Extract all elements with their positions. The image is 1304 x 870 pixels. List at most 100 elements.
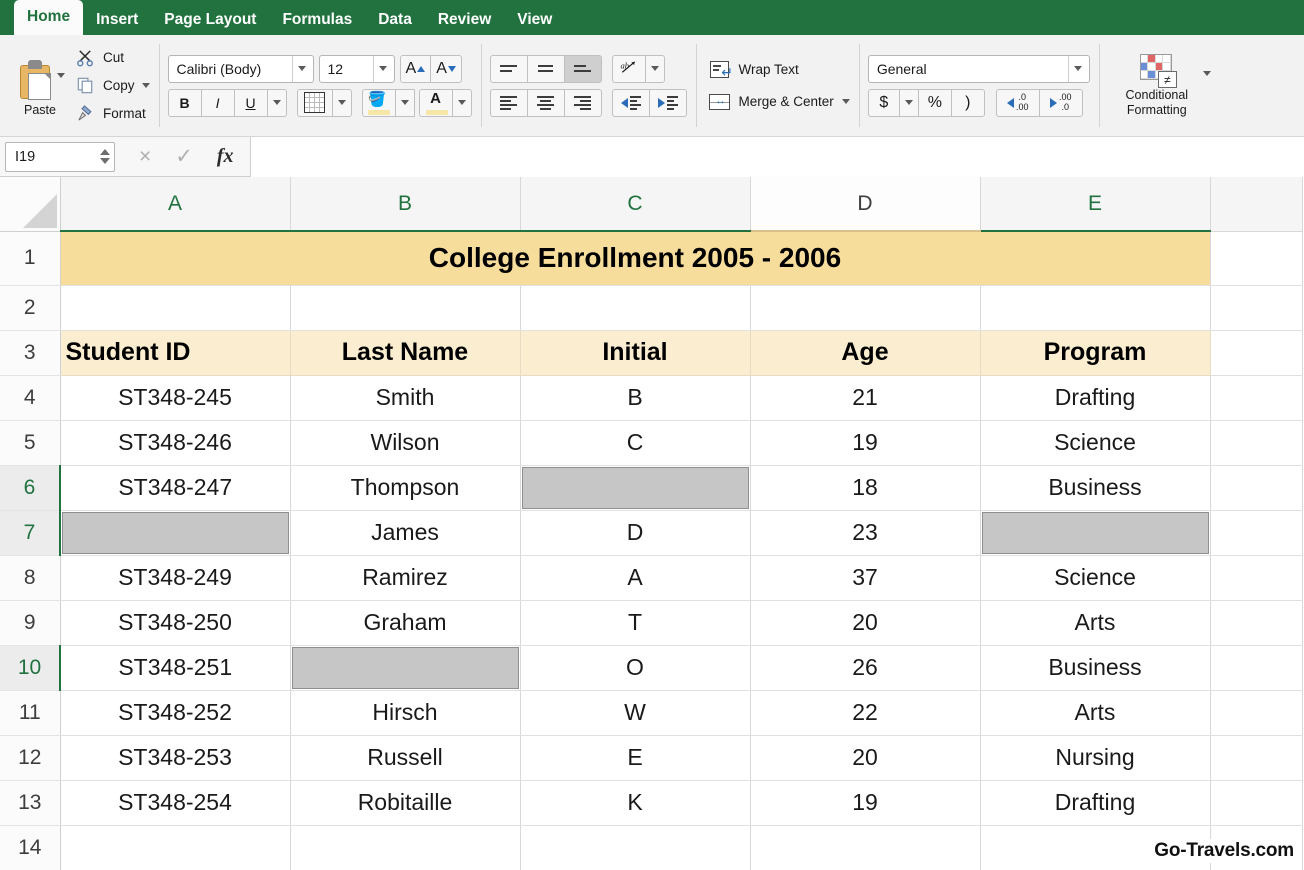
sheet-cell[interactable] <box>290 285 521 331</box>
sheet-cell[interactable]: W <box>520 690 751 736</box>
row-header-7[interactable]: 7 <box>0 510 61 556</box>
currency-options-button[interactable] <box>898 88 919 117</box>
sheet-cell[interactable] <box>1210 690 1303 736</box>
formula-input[interactable] <box>249 136 1304 177</box>
sheet-cell[interactable]: ST348-249 <box>60 555 291 601</box>
merge-center-button[interactable]: ↔ Merge & Center <box>709 89 850 115</box>
chevron-down-icon[interactable] <box>372 55 392 82</box>
sheet-cell[interactable] <box>290 645 521 691</box>
number-format-select[interactable]: General <box>867 54 1090 83</box>
row-header-12[interactable]: 12 <box>0 735 61 781</box>
sheet-cell[interactable]: Last Name <box>290 330 521 376</box>
row-header-9[interactable]: 9 <box>0 600 61 646</box>
sheet-cell[interactable]: Arts <box>980 600 1211 646</box>
row-header-13[interactable]: 13 <box>0 780 61 826</box>
underline-options-button[interactable] <box>266 88 287 117</box>
chevron-down-icon[interactable] <box>841 99 850 104</box>
sheet-cell[interactable]: 18 <box>750 465 981 511</box>
orientation-options-button[interactable] <box>644 54 665 83</box>
sheet-cell[interactable]: Age <box>750 330 981 376</box>
sheet-cell[interactable]: Nursing <box>980 735 1211 781</box>
column-header-B[interactable]: B <box>290 177 521 232</box>
sheet-cell[interactable] <box>1210 645 1303 691</box>
align-middle-button[interactable] <box>526 54 565 83</box>
cancel-icon[interactable]: × <box>139 146 151 167</box>
sheet-cell[interactable]: Graham <box>290 600 521 646</box>
sheet-cell[interactable] <box>1210 600 1303 646</box>
sheet-cell[interactable]: K <box>520 780 751 826</box>
name-box-spinner[interactable] <box>100 149 110 164</box>
sheet-cell[interactable] <box>1210 735 1303 781</box>
column-header-f[interactable] <box>1210 177 1303 232</box>
row-header-6[interactable]: 6 <box>0 465 61 511</box>
borders-options-button[interactable] <box>331 88 352 117</box>
sheet-cell[interactable] <box>1210 510 1303 556</box>
sheet-cell[interactable]: ST348-245 <box>60 375 291 421</box>
copy-button[interactable]: Copy <box>75 74 150 98</box>
paste-button[interactable]: Paste <box>9 55 71 117</box>
enter-icon[interactable]: ✓ <box>175 146 193 167</box>
column-header-A[interactable]: A <box>60 177 291 232</box>
sheet-cell[interactable]: Thompson <box>290 465 521 511</box>
align-bottom-button[interactable] <box>563 54 602 83</box>
row-header-11[interactable]: 11 <box>0 690 61 736</box>
align-left-button[interactable] <box>489 88 528 117</box>
sheet-cell[interactable] <box>520 465 751 511</box>
decrease-decimal-button[interactable]: .00.0 <box>1038 88 1083 117</box>
italic-button[interactable]: I <box>200 88 235 117</box>
row-header-2[interactable]: 2 <box>0 285 61 331</box>
sheet-cell[interactable]: Student ID <box>60 330 291 376</box>
font-color-options-button[interactable] <box>451 88 472 117</box>
sheet-cell[interactable]: ST348-252 <box>60 690 291 736</box>
sheet-cell[interactable]: ST348-254 <box>60 780 291 826</box>
select-all-corner[interactable] <box>0 177 61 232</box>
currency-button[interactable]: $ <box>867 88 900 117</box>
sheet-cell[interactable]: James <box>290 510 521 556</box>
chevron-down-icon[interactable] <box>57 72 65 78</box>
increase-decimal-button[interactable]: .0.00 <box>995 88 1040 117</box>
sheet-cell[interactable] <box>980 285 1211 331</box>
font-color-button[interactable]: A <box>418 88 453 117</box>
sheet-cell[interactable]: O <box>520 645 751 691</box>
name-box[interactable]: I19 <box>5 141 115 172</box>
align-right-button[interactable] <box>563 88 602 117</box>
insert-function-icon[interactable]: fx <box>217 145 234 168</box>
sheet-cell[interactable]: T <box>520 600 751 646</box>
sheet-cell[interactable]: Smith <box>290 375 521 421</box>
increase-indent-button[interactable] <box>648 88 687 117</box>
format-painter-button[interactable]: Format <box>75 102 150 126</box>
sheet-cell[interactable]: Drafting <box>980 375 1211 421</box>
sheet-cell[interactable] <box>1210 285 1303 331</box>
sheet-cell[interactable] <box>980 510 1211 556</box>
row-header-8[interactable]: 8 <box>0 555 61 601</box>
sheet-cell[interactable]: Ramirez <box>290 555 521 601</box>
sheet-cell[interactable]: Science <box>980 420 1211 466</box>
sheet-cell[interactable]: Arts <box>980 690 1211 736</box>
sheet-cell[interactable]: Initial <box>520 330 751 376</box>
sheet-cell[interactable]: 37 <box>750 555 981 601</box>
sheet-cell[interactable]: B <box>520 375 751 421</box>
sheet-cell[interactable] <box>1210 420 1303 466</box>
sheet-cell[interactable]: ST348-253 <box>60 735 291 781</box>
font-name-input[interactable]: Calibri (Body) <box>167 54 314 83</box>
sheet-cell[interactable]: ST348-246 <box>60 420 291 466</box>
row-header-4[interactable]: 4 <box>0 375 61 421</box>
sheet-cell[interactable] <box>59 510 291 556</box>
sheet-cell[interactable]: Program <box>980 330 1211 376</box>
sheet-cell[interactable]: 20 <box>750 600 981 646</box>
fill-color-options-button[interactable] <box>394 88 415 117</box>
sheet-cell[interactable]: C <box>520 420 751 466</box>
sheet-cell[interactable]: 19 <box>750 420 981 466</box>
sheet-cell[interactable] <box>1210 465 1303 511</box>
cut-button[interactable]: Cut <box>75 46 150 70</box>
ribbon-tab-formulas[interactable]: Formulas <box>269 5 365 35</box>
ribbon-tab-insert[interactable]: Insert <box>83 5 151 35</box>
sheet-cell[interactable]: Drafting <box>980 780 1211 826</box>
sheet-cell[interactable]: Robitaille <box>290 780 521 826</box>
chevron-down-icon[interactable] <box>141 83 150 88</box>
ribbon-tab-review[interactable]: Review <box>425 5 504 35</box>
chevron-down-icon[interactable] <box>1202 71 1211 76</box>
grow-font-button[interactable]: A <box>399 54 432 83</box>
sheet-cell[interactable]: Hirsch <box>290 690 521 736</box>
row-header-5[interactable]: 5 <box>0 420 61 466</box>
